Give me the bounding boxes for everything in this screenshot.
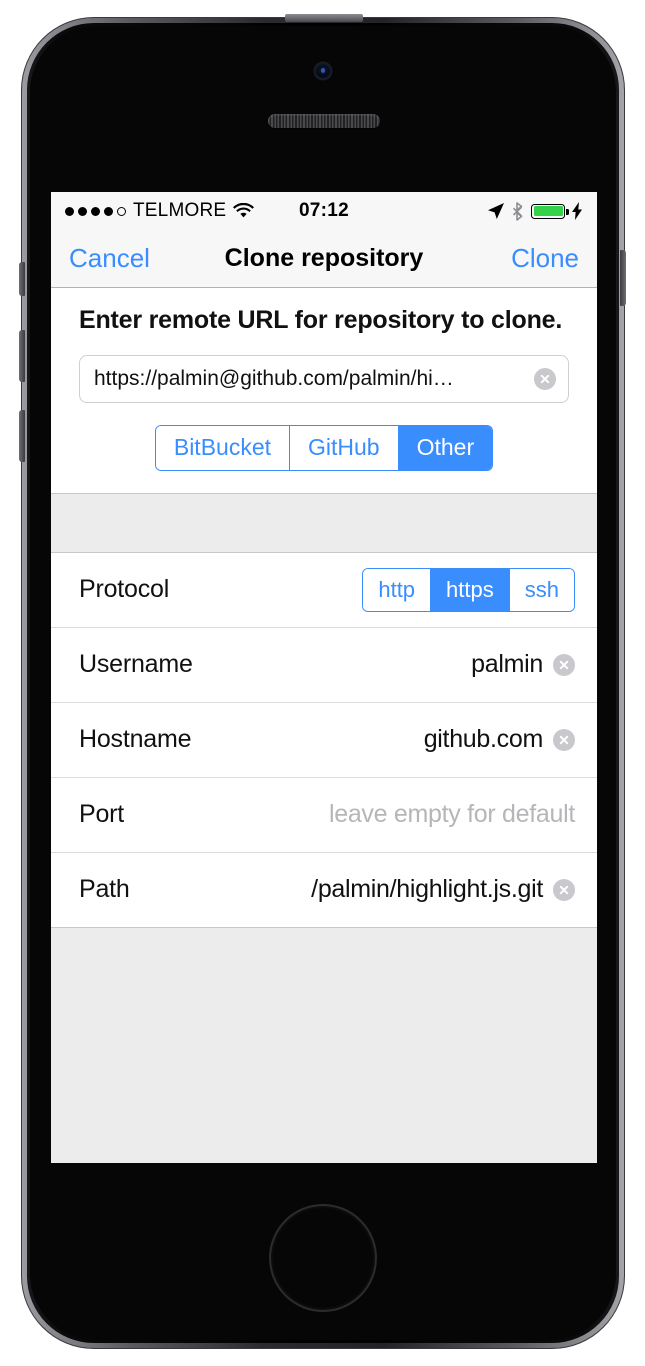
segment-github[interactable]: GitHub (290, 425, 399, 470)
earpiece-speaker (268, 114, 380, 128)
host-provider-segmented-control[interactable]: BitBucket GitHub Other (154, 424, 494, 471)
segment-bitbucket[interactable]: BitBucket (155, 425, 291, 470)
segment-other[interactable]: Other (398, 425, 493, 470)
segment-ssh[interactable]: ssh (509, 568, 574, 611)
protocol-segmented-control[interactable]: http https ssh (362, 567, 575, 612)
power-button[interactable] (620, 250, 626, 306)
table-row-username[interactable]: Username palmin (51, 628, 597, 703)
table-row-protocol[interactable]: Protocol http https ssh (51, 553, 597, 628)
clear-circle-icon[interactable] (553, 653, 575, 676)
host-provider-section: BitBucket GitHub Other (51, 424, 597, 493)
section-gap (51, 492, 597, 553)
status-bar-clock: 07:12 (298, 200, 350, 221)
remote-url-value: https://palmin@github.com/palmin/hi… (94, 366, 454, 390)
clear-circle-icon[interactable] (553, 878, 575, 901)
cancel-button[interactable]: Cancel (69, 243, 150, 274)
remote-url-input[interactable]: https://palmin@github.com/palmin/hi… (79, 354, 569, 403)
username-value[interactable]: palmin (471, 650, 543, 679)
phone-screen: TELMORE 07:12 Cancel Clone repository Cl… (51, 192, 597, 1163)
antenna-band (285, 14, 363, 22)
clear-circle-icon[interactable] (534, 367, 556, 390)
volume-down-button[interactable] (19, 410, 25, 462)
table-row-port[interactable]: Port leave empty for default (51, 778, 597, 853)
mute-switch[interactable] (19, 262, 25, 296)
instruction-text: Enter remote URL for repository to clone… (79, 306, 563, 334)
status-bar: TELMORE 07:12 (51, 192, 597, 230)
username-label: Username (79, 650, 193, 678)
path-label: Path (79, 875, 130, 903)
table-row-path[interactable]: Path /palmin/highlight.js.git (51, 853, 597, 928)
port-label: Port (79, 800, 125, 828)
path-value[interactable]: /palmin/highlight.js.git (311, 875, 543, 904)
hostname-label: Hostname (79, 725, 192, 753)
battery-full-icon (531, 203, 569, 219)
table-empty-area (51, 927, 597, 1163)
header-section: Enter remote URL for repository to clone… (51, 288, 597, 425)
clone-button[interactable]: Clone (511, 243, 579, 274)
volume-up-button[interactable] (19, 330, 25, 382)
protocol-label: Protocol (79, 575, 170, 603)
home-button[interactable] (269, 1204, 377, 1312)
hostname-value[interactable]: github.com (424, 725, 544, 754)
segment-https[interactable]: https (431, 568, 510, 611)
table-row-hostname[interactable]: Hostname github.com (51, 703, 597, 778)
url-components-table: Protocol http https ssh Username palmin … (51, 552, 597, 928)
port-placeholder[interactable]: leave empty for default (329, 800, 575, 829)
front-camera-icon (315, 63, 331, 79)
segment-http[interactable]: http (363, 568, 432, 611)
navigation-bar: Cancel Clone repository Clone (51, 230, 597, 288)
clear-circle-icon[interactable] (553, 728, 575, 751)
